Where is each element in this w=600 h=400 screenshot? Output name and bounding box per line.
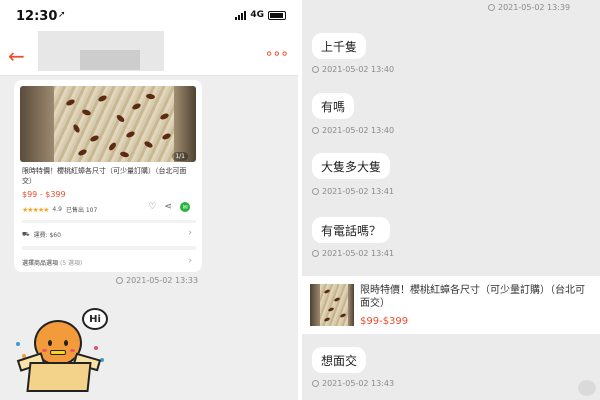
- image-page-badge: 1/1: [172, 152, 188, 161]
- message-bubble: 大隻多大隻: [312, 153, 391, 179]
- status-indicators: 4G: [235, 10, 286, 20]
- product-card[interactable]: 1/1 限時特價！櫻桃紅蟑各尺寸（可少量訂購）（台北可面交） $99 - $39…: [14, 80, 202, 272]
- message-bubble: 有嗎: [312, 93, 355, 119]
- battery-icon: [268, 10, 286, 20]
- product-image[interactable]: 1/1: [20, 86, 196, 162]
- more-options-icon[interactable]: ∘∘∘: [265, 46, 289, 62]
- product-thumbnail[interactable]: [310, 284, 354, 326]
- signal-icon: [235, 10, 247, 20]
- shipping-fee: 運費: $60: [33, 232, 61, 239]
- product-title[interactable]: 限時特價！櫻桃紅蟑各尺寸（可少量訂購）（台北可面交）: [22, 166, 196, 186]
- message-timestamp: 2021-05-02 13:40: [312, 65, 394, 74]
- line-share-icon[interactable]: ✉: [180, 202, 190, 212]
- product-message-card[interactable]: 限時特價！櫻桃紅蟑各尺寸（可少量訂購）（台北可面交） $99-$399: [302, 276, 600, 334]
- chevron-right-icon[interactable]: ›: [188, 228, 192, 238]
- left-chat-screenshot: 12:30 ➚ 4G ← ∘∘∘ 1/1 限時特價！櫻桃紅蟑各尺寸（可少量訂購）…: [0, 0, 298, 400]
- message-bubble: 上千隻: [312, 33, 367, 59]
- truck-icon: ⛟: [22, 230, 30, 238]
- clock-icon: [116, 277, 123, 284]
- sold-count: 已售出 107: [65, 207, 98, 214]
- clock-icon: [312, 380, 319, 387]
- sticker-hi-text: Hi: [82, 308, 108, 330]
- product-message-price: $99-$399: [360, 316, 409, 327]
- chevron-right-icon[interactable]: ›: [188, 256, 192, 266]
- clock-icon: [312, 188, 319, 195]
- location-icon: ➚: [58, 10, 66, 20]
- clock-icon: [488, 4, 495, 11]
- right-chat-screenshot: 2021-05-02 13:39 上千隻 2021-05-02 13:40 有嗎…: [302, 0, 600, 400]
- clock-icon: [312, 66, 319, 73]
- product-options-row[interactable]: 選擇商品選項 (5 選項): [22, 258, 82, 267]
- product-price: $99 - $399: [22, 190, 66, 199]
- shipping-row[interactable]: ⛟ 運費: $60: [22, 230, 61, 240]
- clock-icon: [312, 250, 319, 257]
- watermark-icon: [578, 380, 596, 396]
- share-icon[interactable]: ⋖: [164, 202, 172, 212]
- rating-value: 4.9: [52, 206, 62, 213]
- chat-header: ← ∘∘∘: [0, 31, 298, 76]
- product-message-title[interactable]: 限時特價！櫻桃紅蟑各尺寸（可少量訂購）（台北可面交）: [360, 284, 592, 310]
- message-bubble: 想面交: [312, 347, 367, 373]
- rating-stars-icon: ★★★★★: [22, 205, 49, 214]
- product-actions: ♡ ⋖ ✉: [148, 202, 190, 212]
- message-timestamp: 2021-05-02 13:41: [312, 187, 394, 196]
- back-arrow-icon[interactable]: ←: [8, 44, 25, 68]
- blurred-username-detail: [80, 50, 140, 70]
- status-time: 12:30: [16, 9, 58, 24]
- options-label: 選擇商品選項: [22, 260, 59, 267]
- message-timestamp: 2021-05-02 13:39: [488, 3, 570, 12]
- hi-sticker[interactable]: Hi: [12, 306, 112, 398]
- options-count: (5 選項): [59, 260, 83, 267]
- network-type: 4G: [250, 10, 264, 20]
- clock-icon: [312, 127, 319, 134]
- message-timestamp: 2021-05-02 13:43: [312, 379, 394, 388]
- message-bubble: 有電話嗎？: [312, 217, 391, 243]
- product-rating: ★★★★★ 4.9 已售出 107: [22, 205, 98, 215]
- message-timestamp: 2021-05-02 13:41: [312, 249, 394, 258]
- message-timestamp: 2021-05-02 13:40: [312, 126, 394, 135]
- heart-icon[interactable]: ♡: [148, 202, 156, 212]
- timestamp-text: 2021-05-02 13:33: [126, 276, 199, 285]
- message-timestamp: 2021-05-02 13:33: [116, 276, 198, 285]
